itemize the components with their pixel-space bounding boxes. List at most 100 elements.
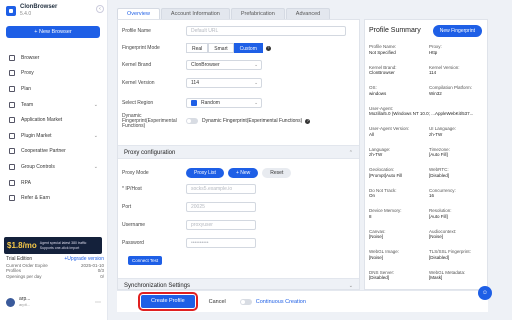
gift-icon [9,195,15,202]
summary-item: Profile Name: Not Specified [369,44,425,55]
proxy-mode-row: Proxy Mode Proxy List + New Reset [122,168,357,178]
summary-item: Proxy: Http [429,44,485,55]
summary-value: zh-TW [429,131,443,137]
continuous-creation[interactable]: Continuous Creation [239,298,306,305]
kernel-version-select[interactable]: 114 ⌄ [186,78,262,88]
more-options-icon[interactable]: ⋯ [95,299,101,306]
summary-item: DNS Server: [Disabled] [369,270,425,281]
dynamic-fingerprint-toggle[interactable] [186,118,198,124]
sidebar-item-plan[interactable]: Plan [6,81,104,97]
sidebar-item-rpa[interactable]: RPA [6,175,104,191]
summary-item: Canvas: [Noise] [369,229,425,240]
summary-item: OS: windows [369,85,425,96]
password-label: Password [122,240,144,246]
sidebar-item-browser[interactable]: Browser [6,50,104,66]
cancel-button[interactable]: Cancel [209,299,226,305]
tab-account-information[interactable]: Account Information [160,8,230,19]
connect-test-button[interactable]: Connect Test [128,256,163,265]
sidebar-item-plugin-market[interactable]: Plugin Market ⌄ [6,128,104,144]
synchronization-settings-header[interactable]: Synchronization Settings ⌄ [118,278,359,289]
dynamic-fingerprint-label: Dynamic Fingerprint(Experimental Functio… [122,112,177,129]
tab-bar: Overview Account Information Prefabricat… [117,8,331,19]
summary-value: 16 [429,193,435,199]
user-profile[interactable]: arp... arpit... ⋯ [6,296,104,308]
sidebar-item-proxy[interactable]: Proxy [6,66,104,82]
region-select[interactable]: Random ⌄ [186,98,262,108]
summary-value: Http [429,49,438,55]
promo-banner[interactable]: $1.8/mo Agent special latest 380 traffic… [4,237,102,254]
summary-value: 8 [369,213,372,219]
chevron-down-icon: ⌄ [254,80,258,85]
new-browser-button[interactable]: + New Browser [6,26,100,38]
summary-value: 114 [429,70,437,76]
sidebar-item-application-market[interactable]: Application Market [6,112,104,128]
chevron-up-icon: ⌃ [348,150,353,156]
create-profile-button[interactable]: Create Profile [138,292,198,311]
username-input[interactable]: proxyuser [186,220,256,230]
port-input[interactable]: 20025 [186,202,256,212]
tab-advanced[interactable]: Advanced [285,8,331,19]
avatar [6,297,15,307]
application-market-icon [9,117,15,124]
summary-item: Audiocontext: [Noise] [429,229,485,240]
profile-summary-panel: Profile Summary New Fingerprint Profile … [364,19,488,290]
fingerprint-mode-row: Fingerprint Mode Real Smart Custom ? [122,43,357,53]
support-chat-icon[interactable]: ☺ [478,286,492,300]
chevron-down-icon: ⌄ [254,100,258,105]
banner-line-2: Supports one-click import [39,245,80,250]
brand: ClonBrowser 5.4.0 [6,4,57,17]
new-fingerprint-button[interactable]: New Fingerprint [432,25,482,37]
tab-prefabrication[interactable]: Prefabrication [230,8,285,19]
rpa-icon [9,179,15,186]
sidebar-nav: Browser Proxy Plan Team ⌄ Application Mar… [6,50,104,206]
partner-icon [9,148,15,155]
dynamic-fingerprint-row: Dynamic Fingerprint(Experimental Functio… [122,112,357,129]
help-icon[interactable]: ? [305,118,311,124]
chevron-down-icon: ⌄ [93,163,98,170]
summary-item: User-Agent: Mozilla/5.0 (Windows NT 10.0;… [369,106,485,117]
profile-name-input[interactable]: Default URL [186,26,346,36]
summary-value: zh-TW [369,152,383,158]
summary-value: [Disabled] [369,275,390,281]
summary-item: Compilation Platform: Win32 [429,85,485,96]
plugin-market-icon [9,132,15,139]
summary-value: Win32 [429,90,442,96]
new-proxy-button[interactable]: + New [227,168,259,178]
summary-value: windows [369,90,387,96]
sidebar-item-team[interactable]: Team ⌄ [6,97,104,113]
help-icon[interactable]: ? [265,45,271,51]
sidebar-item-cooperative-partner[interactable]: Cooperative Partner [6,144,104,160]
summary-item: WebGL Image: [Noise] [369,249,425,260]
fingerprint-mode-smart[interactable]: Smart [208,43,234,53]
summary-item: Kernel Version: 114 [429,65,485,76]
summary-item: Do Not Track: On [369,188,425,199]
sidebar-item-group-controls[interactable]: Group Controls ⌄ [6,159,104,175]
tab-overview[interactable]: Overview [117,8,160,19]
summary-value: Mozilla/5.0 (Windows NT 10.0; ...AppleWe… [369,111,474,117]
chevron-down-icon: ⌄ [348,283,353,289]
kernel-version-row: Kernel Version 114 ⌄ [122,78,357,88]
sidebar-item-refer-earn[interactable]: Refer & Earn [6,190,104,206]
password-input[interactable]: •••••••••• [186,238,256,248]
summary-value: [Disabled] [429,172,450,178]
sidebar: ClonBrowser 5.4.0 ‹ + New Browser Browse… [0,0,108,320]
summary-value: All [369,131,375,137]
main-area: Overview Account Information Prefabricat… [108,0,512,320]
plan-icon [9,85,15,92]
collapse-sidebar-icon[interactable]: ‹ [96,5,104,13]
proxy-mode-label: Proxy Mode [122,170,149,176]
fingerprint-mode-real[interactable]: Real [186,43,209,53]
browser-icon [9,54,15,61]
footer-bar: Create Profile Cancel Continuous Creatio… [117,290,488,312]
fingerprint-mode-custom[interactable]: Custom [233,43,263,53]
continuous-creation-toggle[interactable] [239,298,252,305]
proxy-configuration-header[interactable]: Proxy configuration ⌃ [118,145,359,159]
user-email: arpit... [19,302,31,308]
trial-value: 0/ [100,273,104,279]
region-label: Select Region [122,100,154,106]
ip-host-input[interactable]: socks5.example.io [186,184,256,194]
proxy-list-button[interactable]: Proxy List [186,168,224,178]
kernel-brand-select[interactable]: ClonBrowser ⌄ [186,60,262,70]
reset-proxy-button[interactable]: Reset [262,168,292,178]
summary-item: WebRTC: [Disabled] [429,167,485,178]
